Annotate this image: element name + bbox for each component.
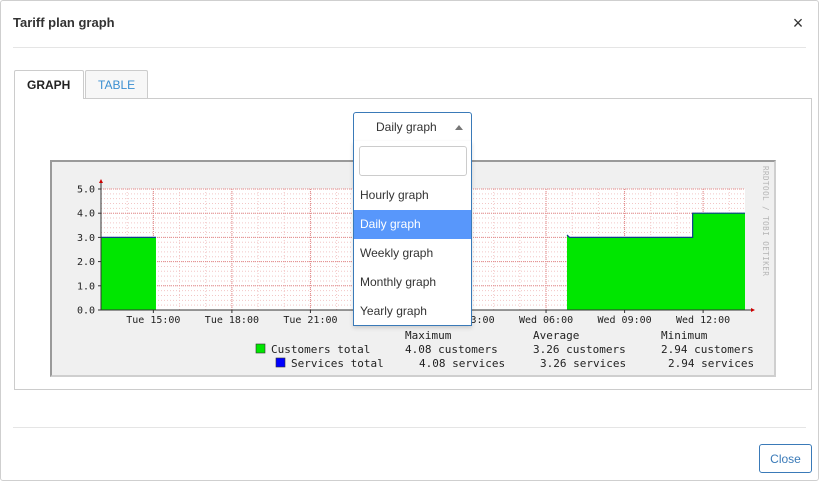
x-tick-label: Wed 12:00 (676, 315, 730, 326)
graph-period-select[interactable]: Daily graph (353, 112, 472, 142)
graph-period-dropdown: Hourly graph Daily graph Weekly graph Mo… (353, 141, 472, 326)
x-tick-label: Wed 09:00 (597, 315, 651, 326)
close-icon[interactable]: × (790, 14, 806, 32)
rrdtool-credit-label: RRDTOOL / TOBI OETIKER (761, 166, 770, 276)
dropdown-search-input[interactable] (359, 146, 467, 176)
y-tick-label: 2.0 (77, 257, 95, 268)
legend-header-average: Average (533, 329, 579, 342)
tab-graph[interactable]: GRAPH (14, 70, 84, 99)
x-tick-label: Tue 15:00 (126, 315, 180, 326)
y-tick-label: 3.0 (77, 233, 95, 244)
legend-avg-customers: 3.26 customers (533, 343, 626, 356)
legend-min-customers: 2.94 customers (661, 343, 754, 356)
legend-swatch-services (275, 357, 286, 368)
legend-swatch-customers (255, 343, 266, 354)
option-yearly-graph[interactable]: Yearly graph (354, 297, 471, 326)
legend-max-services: 4.08 services (419, 357, 505, 370)
legend-header-maximum: Maximum (405, 329, 452, 342)
option-monthly-graph[interactable]: Monthly graph (354, 268, 471, 297)
graph-period-value: Daily graph (376, 120, 437, 134)
legend-header-minimum: Minimum (661, 329, 708, 342)
y-tick-label: 5.0 (77, 185, 95, 196)
legend-avg-services: 3.26 services (540, 357, 626, 370)
option-weekly-graph[interactable]: Weekly graph (354, 239, 471, 268)
option-hourly-graph[interactable]: Hourly graph (354, 181, 471, 210)
legend-min-services: 2.94 services (668, 357, 754, 370)
x-tick-label: Tue 21:00 (283, 315, 337, 326)
modal-title: Tariff plan graph (13, 15, 115, 30)
legend-max-customers: 4.08 customers (405, 343, 498, 356)
tab-table[interactable]: TABLE (85, 70, 148, 99)
option-daily-graph[interactable]: Daily graph (354, 210, 471, 239)
close-button[interactable]: Close (759, 444, 812, 473)
header-divider (13, 47, 806, 48)
y-tick-label: 0.0 (77, 306, 95, 317)
tariff-plan-graph-modal: Tariff plan graph × GRAPH TABLE 0.0 1.0 2.… (0, 0, 819, 481)
x-tick-label: Tue 18:00 (205, 315, 259, 326)
x-tick-label: Wed 06:00 (519, 315, 573, 326)
footer-divider (13, 427, 806, 428)
caret-up-icon (455, 125, 463, 130)
y-tick-label: 1.0 (77, 281, 95, 292)
x-axis-arrow-icon (751, 308, 755, 312)
legend-label-customers: Customers total (271, 343, 370, 356)
legend-label-services: Services total (291, 357, 384, 370)
y-axis-arrow-icon (99, 179, 103, 183)
y-tick-label: 4.0 (77, 209, 95, 220)
